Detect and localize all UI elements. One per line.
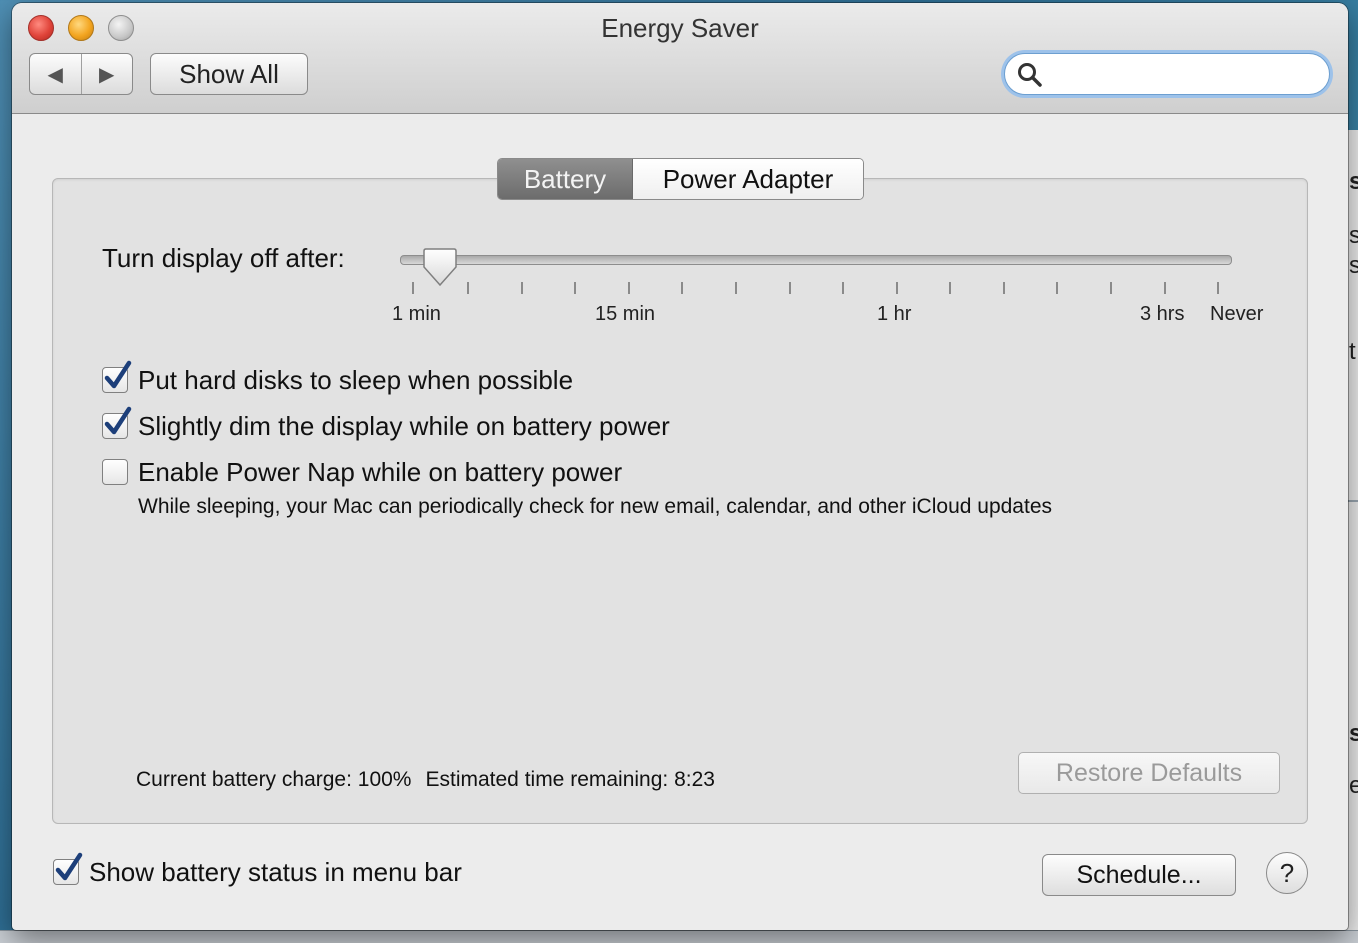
slider-tick bbox=[789, 282, 791, 294]
slider-tick bbox=[412, 282, 414, 294]
slider-tick bbox=[1056, 282, 1058, 294]
show-battery-status-checkbox[interactable] bbox=[53, 852, 83, 885]
battery-status: Current battery charge: 100% Estimated t… bbox=[136, 768, 715, 792]
slider-tick bbox=[842, 282, 844, 294]
show-battery-status-label: Show battery status in menu bar bbox=[89, 856, 462, 887]
dim-display-label: Slightly dim the display while on batter… bbox=[138, 410, 670, 441]
slider-tick bbox=[574, 282, 576, 294]
power-nap-checkbox[interactable] bbox=[102, 459, 128, 485]
slider-tick-label: 1 hr bbox=[877, 303, 912, 325]
slider-tick bbox=[681, 282, 683, 294]
display-sleep-slider-thumb[interactable] bbox=[422, 247, 458, 287]
forward-arrow-icon: ▶ bbox=[99, 63, 115, 86]
background-text-fragment: s bbox=[1349, 222, 1358, 249]
battery-charge-text: Current battery charge: 100% bbox=[136, 768, 412, 791]
hard-disk-sleep-option[interactable]: Put hard disks to sleep when possible bbox=[102, 360, 574, 395]
schedule-button[interactable]: Schedule... bbox=[1042, 854, 1236, 896]
tab-battery[interactable]: Battery bbox=[498, 159, 633, 199]
slider-tick bbox=[1003, 282, 1005, 294]
search-input[interactable] bbox=[1049, 60, 1313, 90]
restore-defaults-button[interactable]: Restore Defaults bbox=[1018, 752, 1280, 794]
checkmark-icon bbox=[55, 852, 83, 881]
checkmark-icon bbox=[104, 360, 132, 389]
tab-power-adapter[interactable]: Power Adapter bbox=[633, 159, 863, 199]
dim-display-option[interactable]: Slightly dim the display while on batter… bbox=[102, 406, 670, 441]
slider-tick bbox=[1164, 282, 1166, 294]
background-text-fragment: s bbox=[1349, 168, 1358, 195]
tab-bar: Battery Power Adapter bbox=[497, 158, 864, 200]
background-text-fragment: e bbox=[1349, 772, 1358, 799]
back-button[interactable]: ◀ bbox=[30, 54, 82, 94]
slider-tick-label: 1 min bbox=[392, 303, 441, 325]
slider-tick bbox=[949, 282, 951, 294]
slider-tick-label: 15 min bbox=[595, 303, 656, 325]
search-field[interactable] bbox=[1004, 53, 1330, 95]
slider-tick-label: 3 hrs bbox=[1140, 303, 1185, 325]
background-text-fragment: s bbox=[1349, 252, 1358, 279]
slider-tick bbox=[467, 282, 469, 294]
back-arrow-icon: ◀ bbox=[47, 63, 63, 86]
background-text-fragment: t bbox=[1349, 338, 1356, 365]
slider-tick-label: Never bbox=[1210, 303, 1264, 325]
forward-button[interactable]: ▶ bbox=[82, 54, 133, 94]
slider-tick bbox=[1217, 282, 1219, 294]
power-nap-label: Enable Power Nap while on battery power bbox=[138, 456, 623, 487]
slider-tick bbox=[521, 282, 523, 294]
hard-disk-sleep-checkbox[interactable] bbox=[102, 360, 132, 393]
magnifying-glass-icon bbox=[1018, 63, 1042, 87]
dim-display-checkbox[interactable] bbox=[102, 406, 132, 439]
navigation-buttons: ◀ ▶ bbox=[29, 53, 133, 95]
show-battery-status-option[interactable]: Show battery status in menu bar bbox=[53, 852, 462, 887]
slider-tick bbox=[896, 282, 898, 294]
window-toolbar: Energy Saver ◀ ▶ Show All bbox=[12, 3, 1348, 114]
show-all-button[interactable]: Show All bbox=[150, 53, 308, 95]
power-nap-option[interactable]: Enable Power Nap while on battery power bbox=[102, 457, 622, 487]
hard-disk-sleep-label: Put hard disks to sleep when possible bbox=[138, 364, 574, 395]
power-nap-description: While sleeping, your Mac can periodicall… bbox=[138, 495, 1052, 518]
display-sleep-slider-track[interactable] bbox=[400, 255, 1232, 265]
energy-saver-window: Energy Saver ◀ ▶ Show All Battery Power … bbox=[12, 3, 1348, 930]
time-remaining-text: Estimated time remaining: 8:23 bbox=[425, 768, 715, 791]
background-dock-strip bbox=[0, 930, 1358, 943]
slider-tick bbox=[735, 282, 737, 294]
checkmark-icon bbox=[104, 406, 132, 435]
display-sleep-label: Turn display off after: bbox=[102, 243, 345, 273]
help-button[interactable]: ? bbox=[1266, 852, 1308, 894]
background-text-fragment: s bbox=[1349, 720, 1358, 747]
slider-tick bbox=[628, 282, 630, 294]
slider-tick bbox=[1110, 282, 1112, 294]
window-title: Energy Saver bbox=[601, 13, 759, 43]
